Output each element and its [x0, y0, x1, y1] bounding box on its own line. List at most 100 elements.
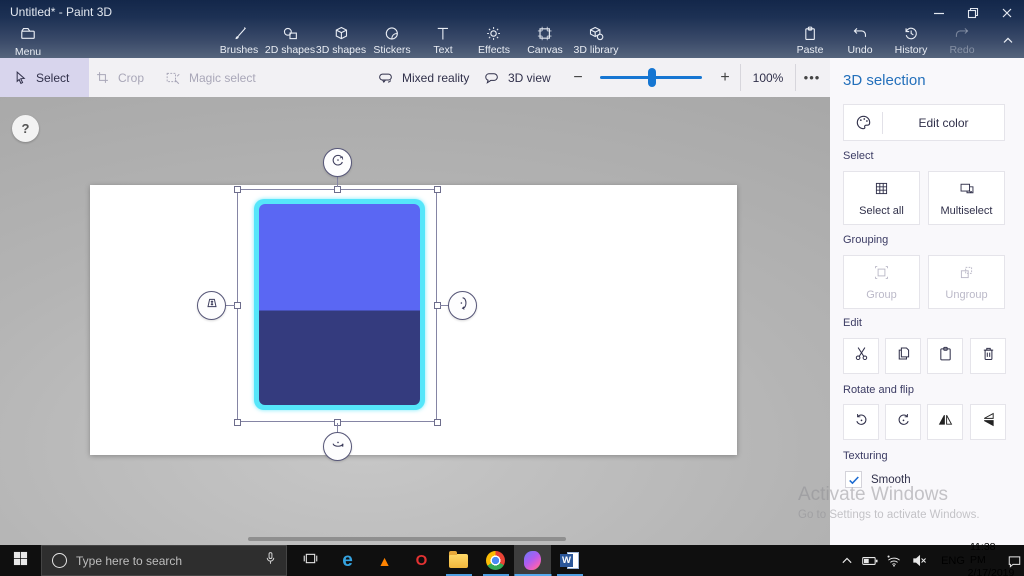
flip-vertical-icon: [980, 411, 997, 433]
search-placeholder: Type here to search: [76, 554, 264, 568]
resize-handle-top-center[interactable]: [334, 186, 341, 193]
action-undo[interactable]: Undo: [847, 25, 872, 56]
zoom-slider-thumb[interactable]: [648, 68, 656, 87]
taskbar-vlc-icon[interactable]: ▲: [366, 545, 403, 576]
taskbar-search-input[interactable]: Type here to search: [41, 545, 287, 576]
tool-3d-library[interactable]: 3D library: [574, 25, 619, 56]
tool-brushes[interactable]: Brushes: [220, 25, 259, 56]
3d-selection-panel: 3D selection Edit color Select Select al…: [830, 58, 1024, 545]
tool-2d-shapes[interactable]: 2D shapes: [265, 25, 315, 56]
resize-handle-top-right[interactable]: [434, 186, 441, 193]
group-button: Group: [843, 255, 920, 309]
tool-label: 3D shapes: [316, 44, 366, 56]
action-history[interactable]: History: [895, 25, 928, 56]
rotate-y-handle[interactable]: [448, 291, 477, 320]
zoom-slider[interactable]: [600, 76, 702, 79]
copy-icon: [895, 345, 912, 367]
stickers-icon: [384, 25, 401, 42]
tool-canvas[interactable]: Canvas: [527, 25, 563, 56]
network-wifi-icon[interactable]: [882, 545, 906, 576]
taskbar-opera-icon[interactable]: O: [403, 545, 440, 576]
resize-handle-bottom-right[interactable]: [434, 419, 441, 426]
task-view-button[interactable]: [292, 545, 329, 576]
3d-library-icon: [588, 25, 605, 42]
panel-title: 3D selection: [843, 72, 926, 89]
help-button[interactable]: ?: [12, 115, 39, 142]
zoom-in-button[interactable]: +: [712, 58, 738, 97]
tool-stickers[interactable]: Stickers: [373, 25, 410, 56]
cursor-icon: [13, 70, 28, 86]
cut-button[interactable]: [843, 338, 879, 374]
tool-effects[interactable]: Effects: [478, 25, 510, 56]
battery-icon[interactable]: [858, 545, 882, 576]
action-label: Undo: [847, 44, 872, 56]
taskbar-file-explorer-icon[interactable]: [440, 545, 477, 576]
mixed-reality-button[interactable]: Mixed reality: [377, 58, 469, 97]
select-tool-button[interactable]: Select: [0, 58, 89, 97]
action-center-button[interactable]: [1004, 545, 1024, 576]
tool-text[interactable]: Text: [433, 25, 452, 56]
rotate-x-handle[interactable]: [323, 432, 352, 461]
windows-logo-icon: [13, 551, 28, 571]
flip-horizontal-button[interactable]: [927, 404, 963, 440]
mixed-reality-icon: [377, 70, 394, 85]
3d-view-icon: [483, 70, 500, 85]
action-paste[interactable]: Paste: [797, 25, 824, 56]
taskbar-edge-icon[interactable]: e: [329, 545, 366, 576]
edit-color-button[interactable]: Edit color: [843, 104, 1005, 141]
volume-muted-icon[interactable]: [906, 545, 932, 576]
tool-label: Brushes: [220, 44, 259, 56]
restore-button[interactable]: [956, 0, 990, 26]
word-icon: W: [560, 551, 579, 570]
copy-button[interactable]: [885, 338, 921, 374]
flip-vertical-button[interactable]: [970, 404, 1006, 440]
file-explorer-icon: [449, 554, 468, 568]
start-button[interactable]: [0, 545, 41, 576]
close-button[interactable]: [990, 0, 1024, 26]
3d-view-label: 3D view: [508, 71, 551, 85]
tool-3d-shapes[interactable]: 3D shapes: [316, 25, 366, 56]
zoom-out-button[interactable]: −: [565, 58, 591, 97]
tray-show-hidden-icons[interactable]: [836, 545, 858, 576]
tool-label: 3D library: [574, 44, 619, 56]
action-label: Paste: [797, 44, 824, 56]
minimize-button[interactable]: [922, 0, 956, 26]
paste-button[interactable]: [927, 338, 963, 374]
resize-handle-mid-left[interactable]: [234, 302, 241, 309]
select-label: Select: [36, 71, 69, 85]
zoom-level-display[interactable]: 100%: [740, 64, 796, 91]
select-all-button[interactable]: Select all: [843, 171, 920, 225]
taskbar-paint3d-icon[interactable]: [514, 545, 551, 576]
horizontal-scrollbar[interactable]: [248, 537, 566, 541]
menu-button[interactable]: Menu: [6, 25, 50, 58]
microphone-icon[interactable]: [264, 551, 277, 571]
rotate-cw-button[interactable]: [885, 404, 921, 440]
paste-icon: [937, 345, 954, 367]
vlc-icon: ▲: [378, 553, 392, 569]
undo-icon: [851, 25, 868, 42]
menu-label: Menu: [15, 46, 41, 58]
group-label: Group: [866, 289, 897, 301]
section-grouping: Grouping: [843, 234, 888, 246]
collapse-ribbon-button[interactable]: [1000, 33, 1016, 52]
taskbar-chrome-icon[interactable]: [477, 545, 514, 576]
history-icon: [902, 25, 919, 42]
3d-view-button[interactable]: 3D view: [483, 58, 551, 97]
language-indicator[interactable]: ENG: [936, 545, 970, 576]
tool-label: Stickers: [373, 44, 410, 56]
depth-push-pull-handle[interactable]: [197, 291, 226, 320]
rotate-ccw-button[interactable]: [843, 404, 879, 440]
more-options-button[interactable]: •••: [798, 58, 826, 97]
taskbar-word-icon[interactable]: W: [551, 545, 588, 576]
multiselect-button[interactable]: Multiselect: [928, 171, 1005, 225]
ungroup-icon: [958, 264, 975, 284]
resize-handle-bottom-left[interactable]: [234, 419, 241, 426]
brush-icon: [231, 25, 248, 42]
window-controls: [922, 0, 1024, 26]
redo-icon: [953, 25, 970, 42]
work-area: ?: [0, 97, 830, 545]
resize-handle-top-left[interactable]: [234, 186, 241, 193]
rotate-z-handle[interactable]: [323, 148, 352, 177]
title-bar-and-ribbon: Untitled* - Paint 3D Menu Brushes: [0, 0, 1024, 58]
delete-button[interactable]: [970, 338, 1006, 374]
